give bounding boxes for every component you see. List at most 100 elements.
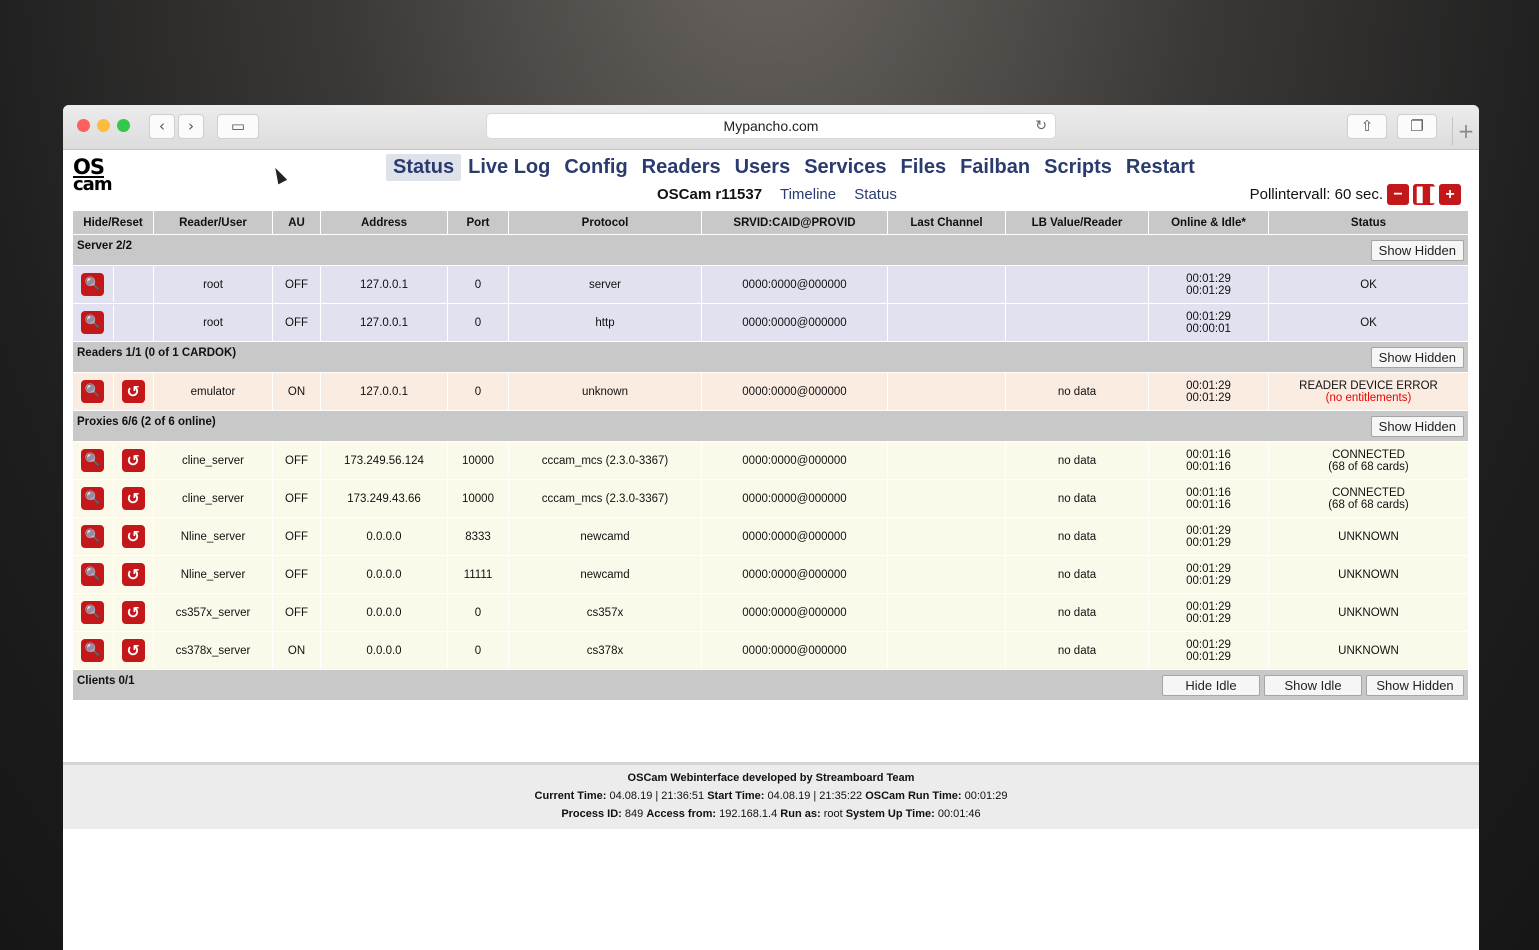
- show-hidden-button[interactable]: Show Hidden: [1370, 239, 1464, 261]
- col-status: Status: [1269, 211, 1468, 234]
- last-channel-cell: [888, 373, 1005, 410]
- new-tab-icon[interactable]: +: [1452, 117, 1479, 145]
- magnifier-icon[interactable]: 🔍: [81, 601, 105, 624]
- reset-arrow-icon[interactable]: ↺: [121, 601, 145, 624]
- menu-scripts[interactable]: Scripts: [1037, 154, 1119, 181]
- lb-value-cell: [1006, 266, 1148, 303]
- url-text: Mypancho.com: [723, 118, 819, 134]
- sidebar-toggle-icon[interactable]: ▭: [217, 114, 259, 139]
- au-cell: OFF: [273, 556, 320, 593]
- srvid-cell: 0000:0000@000000: [702, 594, 887, 631]
- online-time: 00:01:16: [1186, 486, 1231, 499]
- reset-arrow-icon[interactable]: ↺: [121, 487, 145, 510]
- share-icon[interactable]: ⇧: [1347, 114, 1387, 139]
- menu-config[interactable]: Config: [557, 154, 634, 181]
- magnifier-icon[interactable]: 🔍: [81, 525, 105, 548]
- menu-live-log[interactable]: Live Log: [461, 154, 557, 181]
- table-row: 🔍 ↺ cs378x_server ON 0.0.0.0 0 cs378x 0000:0000…: [73, 632, 1468, 669]
- au-cell: OFF: [273, 594, 320, 631]
- table-row: 🔍 ↺ cline_server OFF 173.249.43.66 10000 cccam…: [73, 480, 1468, 517]
- au-cell: OFF: [273, 442, 320, 479]
- poll-increase-button[interactable]: +: [1439, 184, 1461, 205]
- menu-status[interactable]: Status: [386, 154, 462, 181]
- srvid-cell: 0000:0000@000000: [702, 373, 887, 410]
- table-row: 🔍 ↺ emulator ON 127.0.0.1 0 unknown 0000:0000@0…: [73, 373, 1468, 410]
- reload-icon[interactable]: ↻: [1035, 114, 1047, 138]
- access-label: Access from:: [646, 808, 717, 820]
- show-hidden-button[interactable]: Show Hidden: [1370, 346, 1464, 368]
- magnifier-icon[interactable]: 🔍: [81, 487, 105, 510]
- status-detail: (no entitlements): [1325, 391, 1412, 404]
- lb-value-cell: no data: [1006, 373, 1148, 410]
- section-title: Clients 0/1: [77, 674, 135, 687]
- magnifier-icon[interactable]: 🔍: [81, 639, 105, 662]
- status-cell: CONNECTED (68 of 68 cards): [1269, 480, 1468, 517]
- hide-cell: 🔍: [73, 519, 113, 554]
- magnifier-icon[interactable]: 🔍: [81, 449, 105, 472]
- show-hidden-button[interactable]: Show Hidden: [1366, 674, 1464, 696]
- menu-files[interactable]: Files: [894, 154, 954, 181]
- lb-value-cell: no data: [1006, 442, 1148, 479]
- section-clients: Show Hidden Show Idle Hide Idle Clients 0/1: [73, 670, 1468, 700]
- tabs-overview-icon[interactable]: ❐: [1397, 114, 1437, 139]
- section-title: Proxies 6/6 (2 of 6 online): [77, 415, 216, 428]
- menu-users[interactable]: Users: [728, 154, 798, 181]
- protocol-cell: server: [509, 266, 701, 303]
- srvid-cell: 0000:0000@000000: [702, 304, 887, 341]
- maximize-window-icon[interactable]: [117, 119, 130, 132]
- online-idle-cell: 00:01:29 00:01:29: [1149, 266, 1268, 303]
- reset-cell: [112, 267, 154, 302]
- status-sublink[interactable]: Status: [854, 186, 897, 203]
- poll-label: Pollintervall: 60 sec.: [1249, 186, 1383, 203]
- poll-decrease-button[interactable]: −: [1387, 184, 1409, 205]
- minimize-window-icon[interactable]: [97, 119, 110, 132]
- lb-value-cell: no data: [1006, 556, 1148, 593]
- reset-arrow-icon[interactable]: ↺: [121, 563, 145, 586]
- srvid-cell: 0000:0000@000000: [702, 266, 887, 303]
- reset-arrow-icon[interactable]: ↺: [121, 380, 145, 403]
- last-channel-cell: [888, 304, 1005, 341]
- magnifier-icon[interactable]: 🔍: [81, 563, 105, 586]
- show-hidden-button[interactable]: Show Hidden: [1370, 415, 1464, 437]
- address-cell: 173.249.43.66: [321, 480, 447, 517]
- run-time-value: 00:01:29: [964, 790, 1008, 802]
- lb-value-cell: no data: [1006, 480, 1148, 517]
- menu-failban[interactable]: Failban: [953, 154, 1037, 181]
- last-channel-cell: [888, 632, 1005, 669]
- table-header-row: Hide/Reset Reader/User AU Address Port P…: [73, 211, 1468, 234]
- port-cell: 0: [448, 594, 508, 631]
- oscam-logo[interactable]: OS cam: [73, 157, 113, 194]
- hide-idle-button[interactable]: Hide Idle: [1162, 674, 1260, 696]
- magnifier-icon[interactable]: 🔍: [81, 273, 105, 296]
- table-row: 🔍 root OFF 127.0.0.1 0 server 0000:0000@000000…: [73, 266, 1468, 303]
- menu-restart[interactable]: Restart: [1119, 154, 1202, 181]
- status-cell: OK: [1269, 266, 1468, 303]
- status-cell: OK: [1269, 304, 1468, 341]
- show-idle-button[interactable]: Show Idle: [1264, 674, 1362, 696]
- poll-pause-button[interactable]: ❚❚: [1413, 184, 1440, 205]
- reset-arrow-icon[interactable]: ↺: [121, 449, 145, 472]
- current-time-value: 04.08.19 | 21:36:51: [609, 790, 705, 802]
- hide-cell: 🔍: [73, 267, 113, 302]
- magnifier-icon[interactable]: 🔍: [81, 380, 105, 403]
- status-cell: CONNECTED (68 of 68 cards): [1269, 442, 1468, 479]
- access-value: 192.168.1.4: [719, 808, 778, 820]
- close-window-icon[interactable]: [77, 119, 90, 132]
- online-idle-cell: 00:01:29 00:01:29: [1149, 518, 1268, 555]
- reset-cell: ↺: [112, 374, 154, 409]
- timeline-link[interactable]: Timeline: [780, 186, 836, 203]
- uptime-value: 00:01:46: [937, 808, 981, 820]
- reset-arrow-icon[interactable]: ↺: [121, 525, 145, 548]
- reset-arrow-icon[interactable]: ↺: [121, 639, 145, 662]
- back-arrow-icon[interactable]: ‹: [149, 114, 175, 139]
- run-time-label: OSCam Run Time:: [865, 790, 962, 802]
- menu-services[interactable]: Services: [797, 154, 893, 181]
- address-bar[interactable]: Mypancho.com ↻: [486, 113, 1056, 139]
- lb-value-cell: no data: [1006, 594, 1148, 631]
- col-address: Address: [321, 211, 447, 234]
- page-footer: OSCam Webinterface developed by Streambo…: [63, 762, 1479, 829]
- magnifier-icon[interactable]: 🔍: [81, 311, 105, 334]
- menu-readers[interactable]: Readers: [635, 154, 728, 181]
- forward-arrow-icon[interactable]: ›: [178, 114, 204, 139]
- srvid-cell: 0000:0000@000000: [702, 518, 887, 555]
